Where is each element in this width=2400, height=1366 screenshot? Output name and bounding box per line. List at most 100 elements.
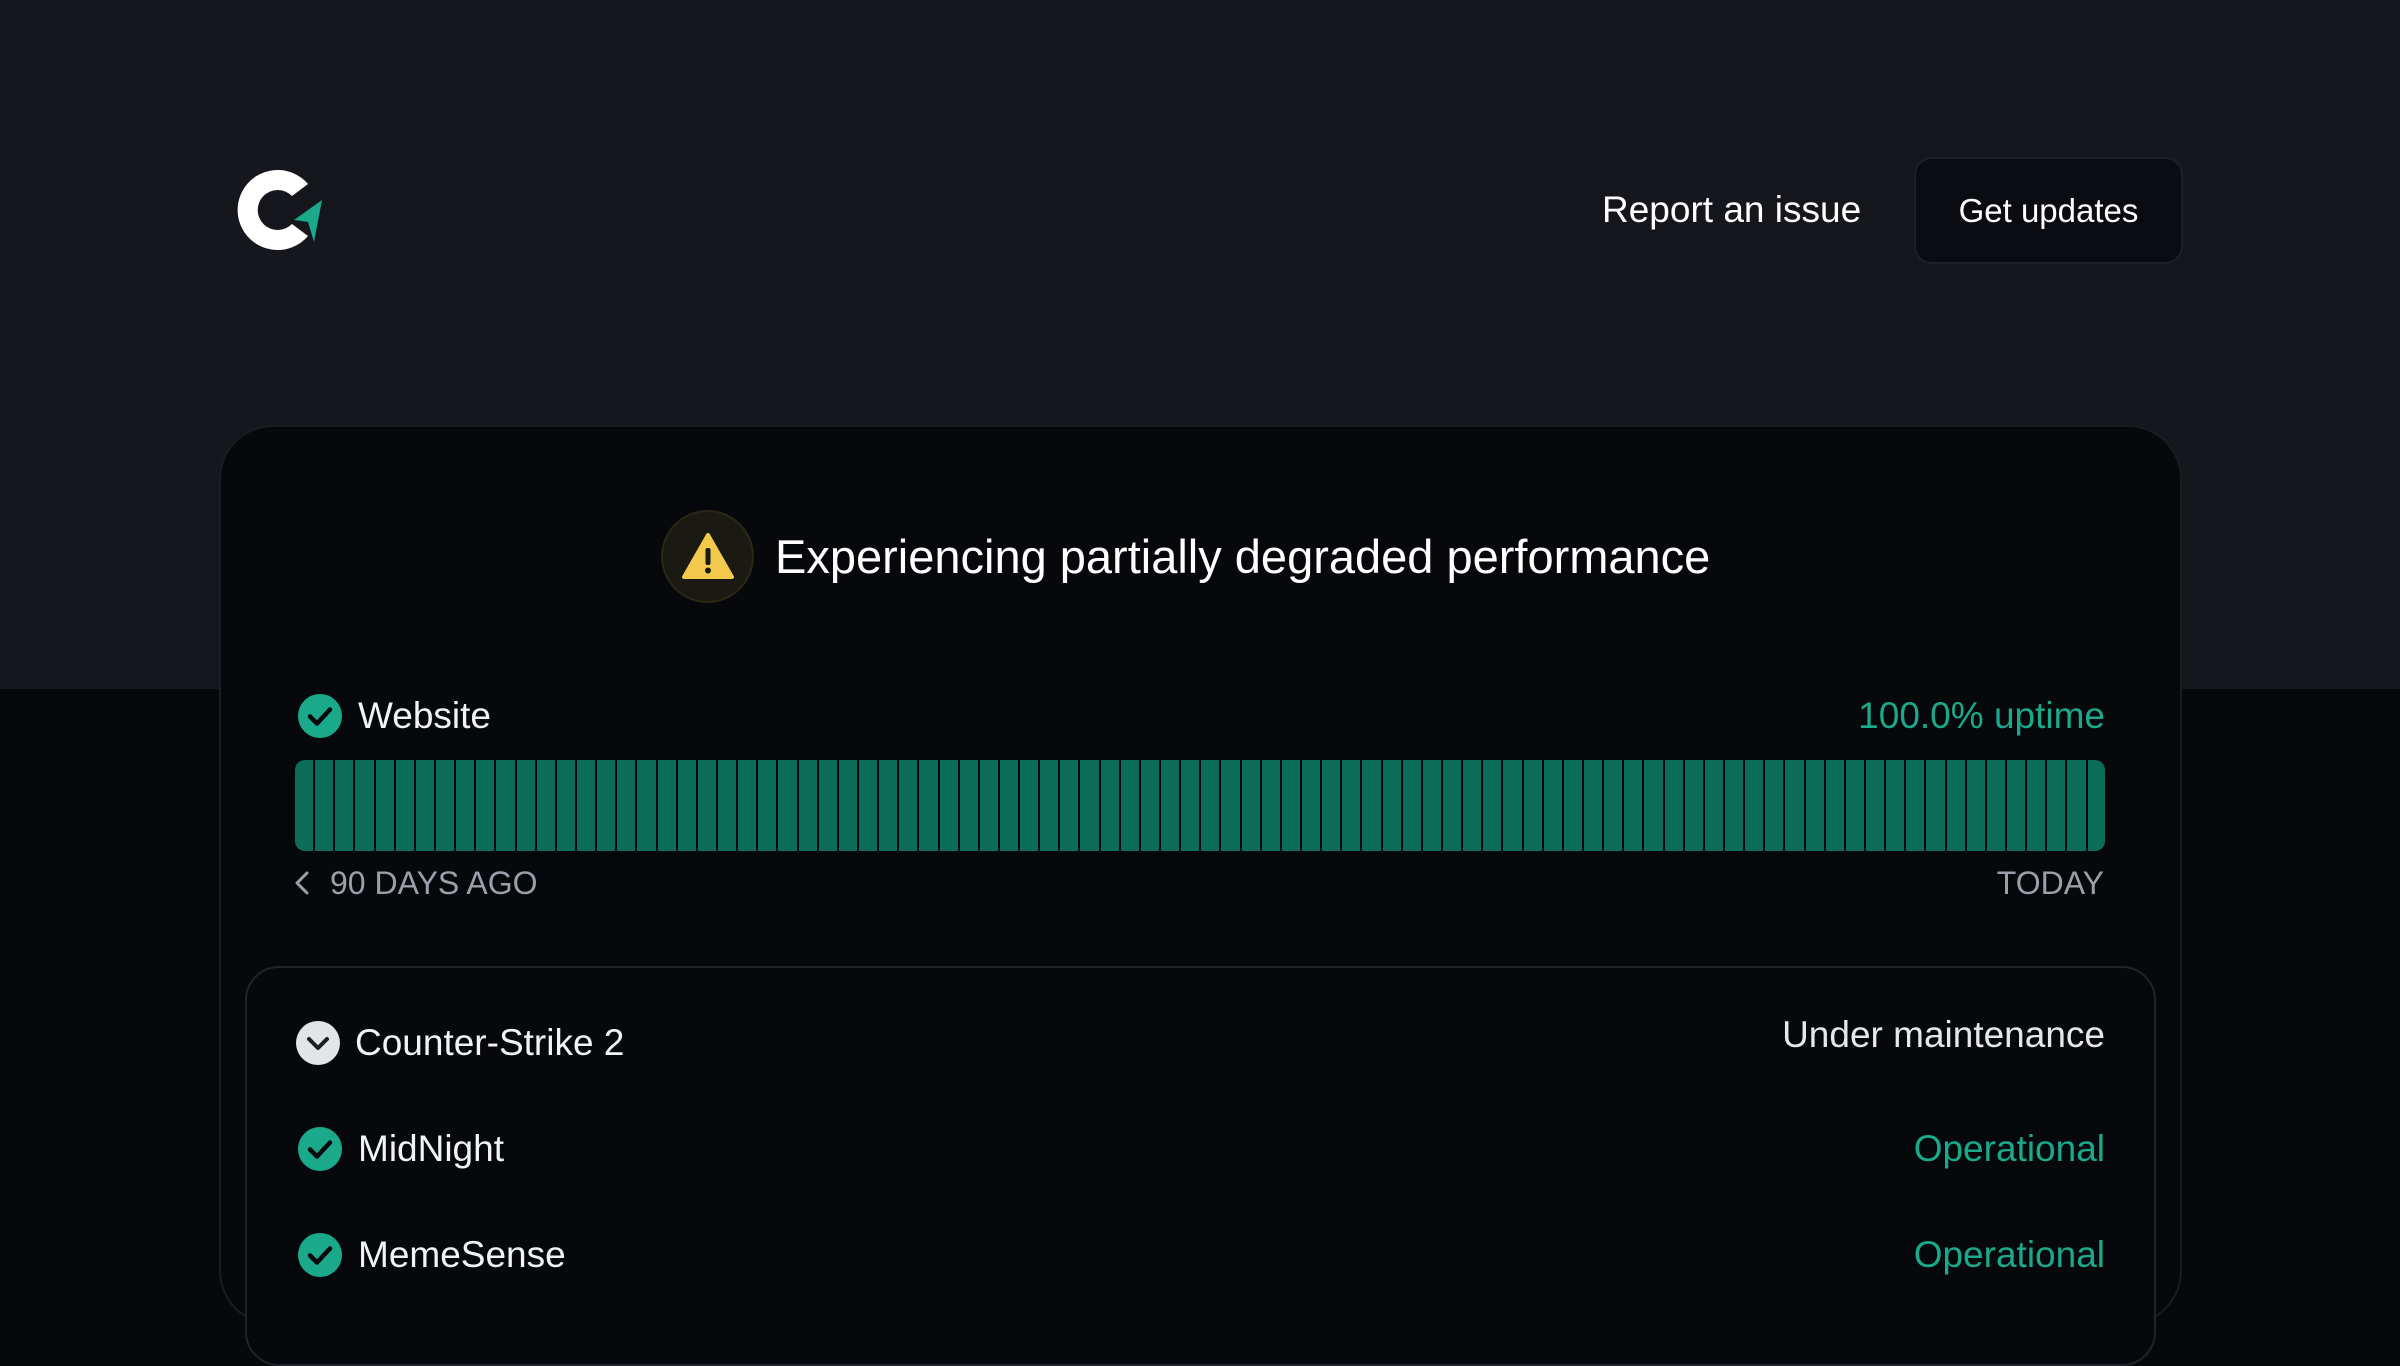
uptime-day-bar[interactable]	[1261, 760, 1280, 851]
uptime-day-bar[interactable]	[1845, 760, 1864, 851]
uptime-day-bar[interactable]	[1120, 760, 1139, 851]
logo-icon[interactable]	[228, 162, 322, 258]
component-row[interactable]: Counter-Strike 2 Under maintenance	[296, 1014, 2105, 1069]
uptime-percentage: 100.0% uptime	[1858, 695, 2105, 736]
uptime-day-bar[interactable]	[415, 760, 434, 851]
uptime-day-bar[interactable]	[1584, 760, 1603, 851]
uptime-day-bar[interactable]	[858, 760, 878, 851]
uptime-day-bar[interactable]	[1181, 760, 1200, 851]
uptime-day-bar[interactable]	[1624, 760, 1643, 851]
uptime-day-bar[interactable]	[1825, 760, 1844, 851]
uptime-day-bar[interactable]	[1040, 760, 1059, 851]
uptime-day-bar[interactable]	[697, 760, 716, 851]
uptime-day-bar[interactable]	[1322, 760, 1341, 851]
uptime-day-bar[interactable]	[1724, 760, 1744, 851]
uptime-day-bar[interactable]	[1886, 760, 1905, 851]
uptime-day-bar[interactable]	[2067, 760, 2086, 851]
uptime-day-bar[interactable]	[999, 760, 1019, 851]
uptime-day-bar[interactable]	[979, 760, 998, 851]
uptime-day-bar[interactable]	[395, 760, 414, 851]
uptime-day-bar[interactable]	[738, 760, 757, 851]
uptime-day-bar[interactable]	[1100, 760, 1119, 851]
uptime-day-bar[interactable]	[778, 760, 797, 851]
uptime-day-bar[interactable]	[1765, 760, 1784, 851]
uptime-day-bar[interactable]	[1201, 760, 1220, 851]
uptime-day-bar[interactable]	[677, 760, 696, 851]
uptime-day-bar[interactable]	[1946, 760, 1965, 851]
report-issue-link[interactable]: Report an issue	[1602, 183, 1861, 237]
uptime-day-bar[interactable]	[1543, 760, 1562, 851]
uptime-day-bar[interactable]	[1704, 760, 1723, 851]
uptime-day-bar[interactable]	[435, 760, 455, 851]
uptime-day-bar[interactable]	[899, 760, 918, 851]
uptime-day-bar[interactable]	[1362, 760, 1381, 851]
uptime-day-bar[interactable]	[355, 760, 374, 851]
uptime-day-bar[interactable]	[939, 760, 958, 851]
uptime-day-bar[interactable]	[1563, 760, 1582, 851]
uptime-day-bar[interactable]	[536, 760, 555, 851]
uptime-day-bar[interactable]	[1463, 760, 1482, 851]
uptime-day-bar[interactable]	[315, 760, 334, 851]
uptime-day-bar[interactable]	[1503, 760, 1522, 851]
uptime-day-bar[interactable]	[2047, 760, 2066, 851]
uptime-day-bar[interactable]	[295, 760, 314, 851]
uptime-day-bar[interactable]	[1926, 760, 1945, 851]
uptime-day-bar[interactable]	[1805, 760, 1824, 851]
uptime-day-bar[interactable]	[919, 760, 938, 851]
uptime-day-bar[interactable]	[456, 760, 475, 851]
uptime-day-bar[interactable]	[637, 760, 656, 851]
uptime-day-bar[interactable]	[717, 760, 737, 851]
uptime-day-bar[interactable]	[1140, 760, 1160, 851]
uptime-day-bar[interactable]	[617, 760, 636, 851]
uptime-day-bar[interactable]	[375, 760, 394, 851]
uptime-day-bar[interactable]	[1604, 760, 1623, 851]
uptime-day-bar[interactable]	[1060, 760, 1079, 851]
uptime-day-bar[interactable]	[476, 760, 495, 851]
uptime-day-bar[interactable]	[1684, 760, 1703, 851]
uptime-day-bar[interactable]	[1906, 760, 1925, 851]
uptime-day-bar[interactable]	[516, 760, 535, 851]
uptime-day-bar[interactable]	[1865, 760, 1885, 851]
uptime-day-bar[interactable]	[597, 760, 616, 851]
uptime-day-bar[interactable]	[1523, 760, 1542, 851]
uptime-day-bar[interactable]	[798, 760, 817, 851]
uptime-day-bar[interactable]	[1986, 760, 2005, 851]
uptime-day-bar[interactable]	[2006, 760, 2026, 851]
check-circle-icon	[298, 694, 342, 738]
uptime-day-bar[interactable]	[1664, 760, 1683, 851]
uptime-day-bar[interactable]	[1382, 760, 1401, 851]
uptime-day-bar[interactable]	[1443, 760, 1462, 851]
uptime-day-bar[interactable]	[959, 760, 978, 851]
uptime-day-bar[interactable]	[1745, 760, 1764, 851]
uptime-day-bar[interactable]	[556, 760, 575, 851]
uptime-bar-chart	[295, 760, 2105, 851]
uptime-day-bar[interactable]	[879, 760, 898, 851]
uptime-day-bar[interactable]	[1342, 760, 1361, 851]
uptime-day-bar[interactable]	[1221, 760, 1240, 851]
uptime-day-bar[interactable]	[1422, 760, 1442, 851]
uptime-day-bar[interactable]	[838, 760, 857, 851]
uptime-day-bar[interactable]	[818, 760, 837, 851]
uptime-day-bar[interactable]	[1020, 760, 1039, 851]
uptime-day-bar[interactable]	[335, 760, 354, 851]
get-updates-button[interactable]: Get updates	[1914, 157, 2183, 264]
uptime-day-bar[interactable]	[1161, 760, 1180, 851]
uptime-day-bar[interactable]	[2087, 760, 2105, 851]
chevron-down-icon[interactable]	[296, 1021, 340, 1065]
uptime-day-bar[interactable]	[1302, 760, 1321, 851]
uptime-day-bar[interactable]	[1966, 760, 1985, 851]
uptime-day-bar[interactable]	[1402, 760, 1421, 851]
uptime-day-bar[interactable]	[1785, 760, 1804, 851]
uptime-day-bar[interactable]	[1281, 760, 1301, 851]
uptime-day-bar[interactable]	[1080, 760, 1099, 851]
uptime-day-bar[interactable]	[1483, 760, 1502, 851]
uptime-day-bar[interactable]	[496, 760, 515, 851]
chevron-left-icon[interactable]	[294, 870, 310, 896]
uptime-day-bar[interactable]	[657, 760, 676, 851]
uptime-day-bar[interactable]	[576, 760, 596, 851]
uptime-day-bar[interactable]	[1644, 760, 1663, 851]
uptime-day-bar[interactable]	[758, 760, 777, 851]
uptime-day-bar[interactable]	[2027, 760, 2046, 851]
range-start[interactable]: 90 DAYS AGO	[294, 862, 538, 904]
uptime-day-bar[interactable]	[1241, 760, 1260, 851]
